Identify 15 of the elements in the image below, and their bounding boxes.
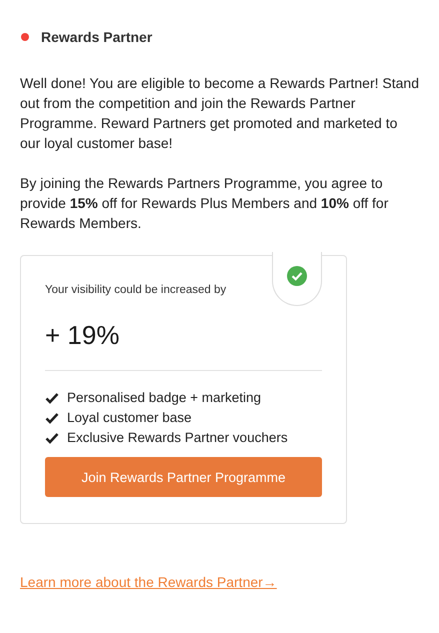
section-title: Rewards Partner — [41, 29, 152, 45]
benefit-text: Personalised badge + marketing — [67, 389, 261, 407]
visibility-caption: Your visibility could be increased by — [45, 284, 228, 296]
description-paragraph: Well done! You are eligible to become a Rewards Partner! Stand out from the competition and join the Rewards Partner Programme. Reward Partners get promoted and marketed to our loyal customer base! — [20, 74, 420, 153]
benefit-text: Exclusive Rewards Partner vouchers — [67, 429, 288, 447]
benefit-text: Loyal customer base — [67, 409, 192, 427]
check-circle-icon — [287, 266, 307, 286]
check-icon — [45, 392, 59, 404]
join-button[interactable]: Join Rewards Partner Programme — [45, 457, 322, 497]
visibility-value: + 19% — [45, 320, 120, 351]
status-dot — [21, 33, 29, 41]
learn-more-link[interactable]: Learn more about the Rewards Partner→ — [20, 574, 277, 590]
check-icon — [45, 412, 59, 424]
description-paragraph: By joining the Rewards Partners Programme, you agree to provide 15% off for Rewards Plus Members and 10% off for Rewards Members. — [20, 174, 390, 233]
check-icon — [45, 432, 59, 444]
